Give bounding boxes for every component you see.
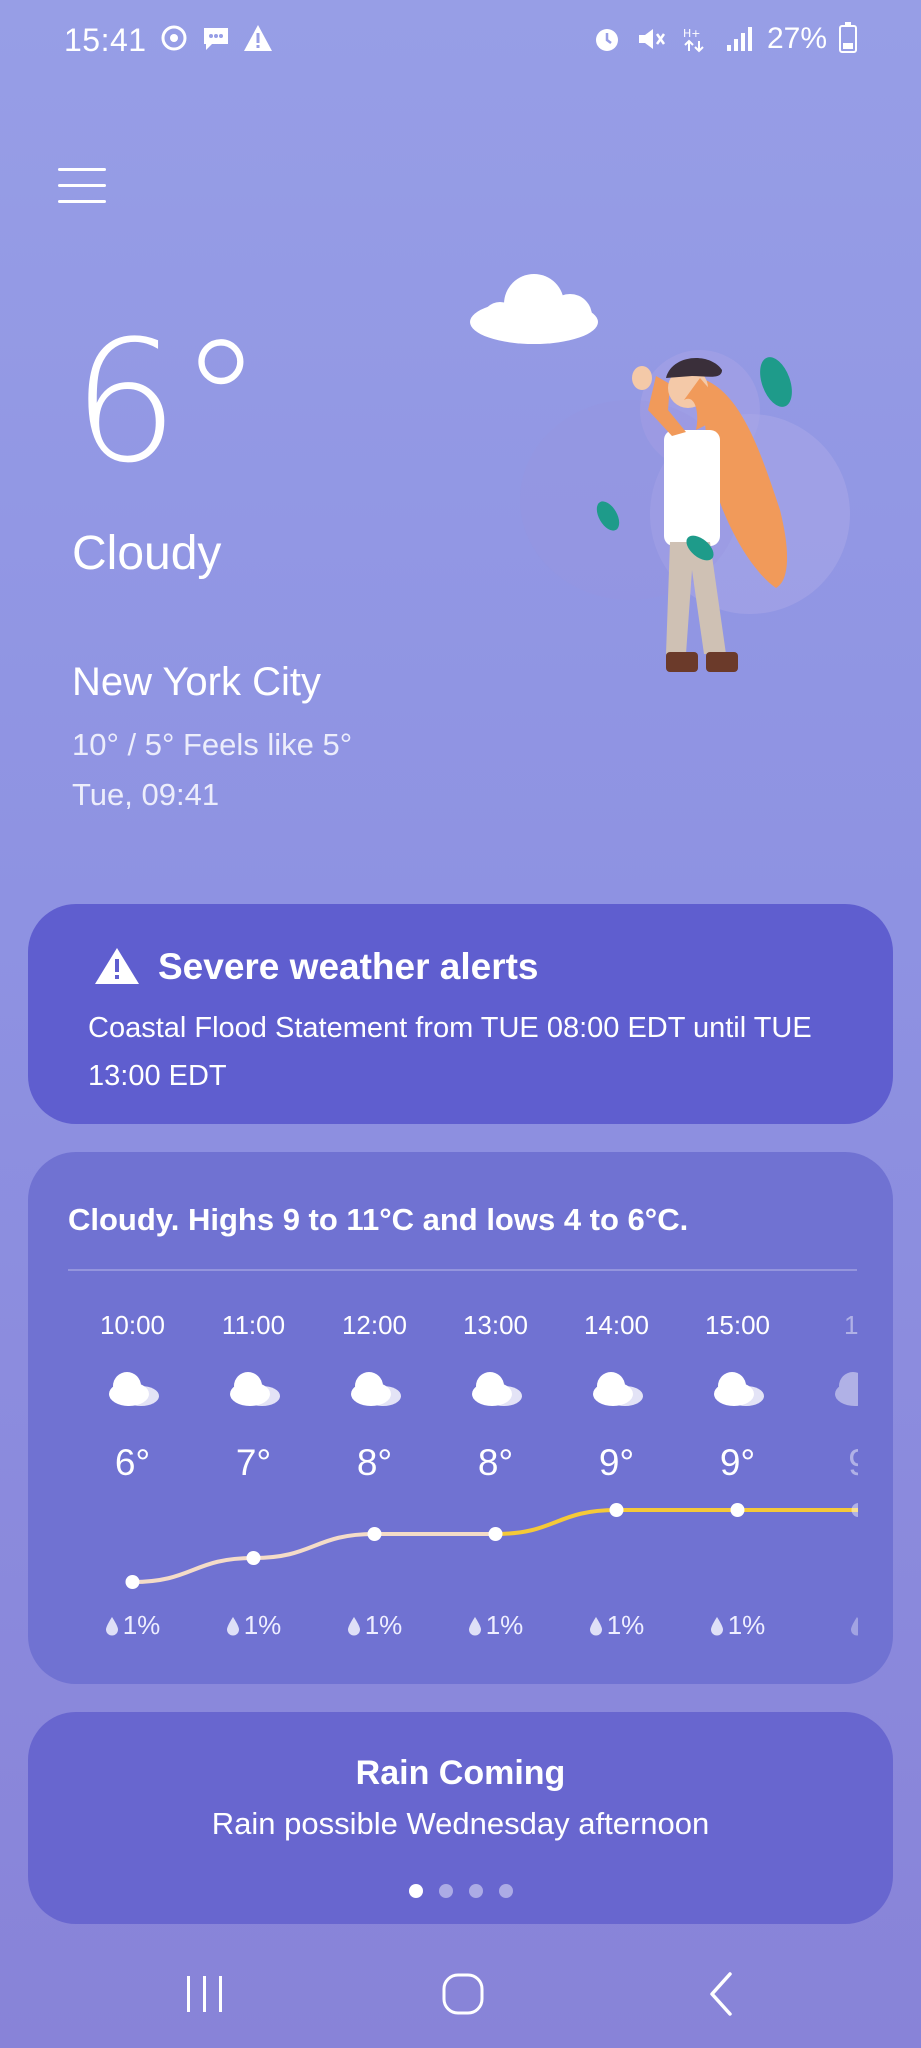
- weather-illustration: [470, 274, 850, 672]
- hourly-item: 16 9: [798, 1152, 858, 1684]
- raindrop-icon: [226, 1617, 239, 1636]
- signal-icon: [726, 27, 752, 51]
- chat-icon: [204, 28, 228, 50]
- hourly-scroll[interactable]: 10:00 6° 1% 11:00 7° 1% 12:00 8° 1% 13:00 8° 1% 14:0…: [28, 1152, 858, 1684]
- cloud-icon: [351, 1372, 401, 1406]
- rain-coming-card[interactable]: Rain Coming Rain possible Wednesday afte…: [28, 1712, 893, 1924]
- hour-temp: 6°: [114, 1442, 151, 1483]
- page-indicator: [28, 1884, 893, 1898]
- rain-percent: 1%: [243, 1610, 282, 1640]
- hour-rain-chance: 1%: [435, 1610, 556, 1641]
- page-dot: [468, 1884, 483, 1898]
- hourly-item: 13:00 8° 1%: [435, 1152, 556, 1684]
- status-time: 15:41: [64, 22, 147, 58]
- menu-icon[interactable]: [58, 168, 106, 208]
- svg-text:H+: H+: [683, 27, 701, 40]
- warning-icon: [244, 25, 272, 51]
- raindrop-icon: [710, 1617, 723, 1636]
- battery-icon: [839, 22, 857, 53]
- rain-percent: 1%: [122, 1610, 161, 1640]
- hour-time: 16: [844, 1310, 858, 1340]
- city-name: New York City: [72, 660, 321, 704]
- back-icon[interactable]: [682, 1962, 762, 2026]
- severe-weather-alert-card[interactable]: Severe weather alerts Coastal Flood Stat…: [28, 904, 893, 1124]
- raindrop-icon: [347, 1617, 360, 1636]
- hourly-item: 15:00 9° 1%: [677, 1152, 798, 1684]
- hour-temp: 7°: [235, 1442, 272, 1483]
- cloud-icon: [109, 1372, 159, 1406]
- mute-icon: [638, 29, 665, 49]
- raindrop-icon: [850, 1617, 858, 1636]
- hour-temp: 9: [798, 1442, 858, 1484]
- battery-percent: 27%: [766, 22, 827, 55]
- cloud-icon: [714, 1372, 764, 1406]
- hour-rain-chance: 1%: [72, 1610, 193, 1641]
- hour-time: 15:00: [704, 1310, 771, 1340]
- cloud-icon: [835, 1372, 858, 1406]
- hour-rain-chance: [798, 1610, 858, 1641]
- hour-rain-chance: 1%: [193, 1610, 314, 1641]
- navigation-bar: [0, 1940, 921, 2048]
- cloud-icon: [470, 274, 598, 344]
- recent-apps-icon[interactable]: [165, 1962, 245, 2026]
- page-dot: [438, 1884, 453, 1898]
- hourly-item: 10:00 6° 1%: [72, 1152, 193, 1684]
- hour-temp: 9°: [598, 1442, 635, 1483]
- rain-percent: 1%: [364, 1610, 403, 1640]
- hour-rain-chance: 1%: [556, 1610, 677, 1641]
- page-dot: [408, 1884, 423, 1898]
- hi-lo-feels-like: 10° / 5° Feels like 5°: [72, 727, 353, 762]
- rain-title: Rain Coming: [355, 1754, 566, 1792]
- hourly-item: 11:00 7° 1%: [193, 1152, 314, 1684]
- sync-icon: [161, 25, 187, 51]
- cloud-icon: [593, 1372, 643, 1406]
- cloud-icon: [472, 1372, 522, 1406]
- hour-time: 13:00: [462, 1310, 529, 1340]
- hour-time: 10:00: [99, 1310, 166, 1340]
- rain-percent: 1%: [606, 1610, 645, 1640]
- date-time: Tue, 09:41: [72, 777, 220, 812]
- raindrop-icon: [589, 1617, 602, 1636]
- rain-percent: 1%: [727, 1610, 766, 1640]
- hour-temp: 9°: [719, 1442, 756, 1483]
- hour-time: 12:00: [341, 1310, 408, 1340]
- raindrop-icon: [468, 1617, 481, 1636]
- rain-percent: 1%: [485, 1610, 524, 1640]
- raindrop-icon: [105, 1617, 118, 1636]
- home-icon[interactable]: [423, 1962, 503, 2026]
- hourly-forecast-card[interactable]: Cloudy. Highs 9 to 11°C and lows 4 to 6°…: [28, 1152, 893, 1684]
- cloud-icon: [230, 1372, 280, 1406]
- warning-icon: [95, 948, 139, 984]
- page-dot: [498, 1884, 513, 1898]
- hour-temp: 8°: [356, 1442, 393, 1483]
- alert-title: Severe weather alerts: [158, 946, 539, 987]
- current-temperature: 6°: [72, 304, 263, 500]
- hour-rain-chance: 1%: [677, 1610, 798, 1641]
- rain-text: Rain possible Wednesday afternoon: [211, 1806, 710, 1841]
- hour-temp: 8°: [477, 1442, 514, 1483]
- hourly-item: 12:00 8° 1%: [314, 1152, 435, 1684]
- status-bar: 15:41 H+ 27%: [0, 0, 921, 84]
- current-condition: Cloudy: [72, 527, 222, 580]
- hour-time: 11:00: [221, 1310, 286, 1340]
- data-icon: H+: [683, 27, 704, 53]
- hourly-item: 14:00 9° 1%: [556, 1152, 677, 1684]
- hour-time: 14:00: [583, 1310, 650, 1340]
- alert-body: Coastal Flood Statement from TUE 08:00 E…: [88, 1012, 812, 1092]
- hour-rain-chance: 1%: [314, 1610, 435, 1641]
- alarm-icon: [595, 29, 618, 51]
